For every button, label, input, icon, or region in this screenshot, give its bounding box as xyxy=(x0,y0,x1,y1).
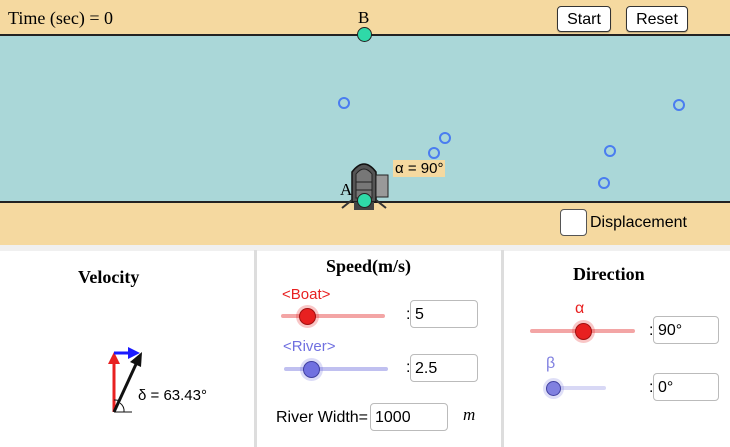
boat-speed-track xyxy=(281,314,385,318)
river-width-unit: m xyxy=(463,405,476,424)
point-a[interactable] xyxy=(357,193,372,208)
panel-divider xyxy=(501,250,504,447)
alpha-slider[interactable] xyxy=(575,323,592,340)
ripple-circle xyxy=(598,177,610,189)
beta-symbol: β xyxy=(546,355,556,372)
alpha-annotation: α = 90° xyxy=(393,160,446,177)
ripple-circle xyxy=(439,132,451,144)
ripple-circle xyxy=(673,99,685,111)
delta-label: δ = 63.43° xyxy=(138,387,207,404)
beta-input[interactable]: 0° xyxy=(653,373,719,401)
displacement-label: Displacement xyxy=(590,214,687,231)
boat-speed-label: <Boat> xyxy=(282,286,331,303)
alpha-input[interactable]: 90° xyxy=(653,316,719,344)
ripple-circle xyxy=(428,147,440,159)
panel-divider xyxy=(254,250,257,447)
velocity-diagram xyxy=(108,347,142,413)
beta-slider[interactable] xyxy=(546,381,561,396)
velocity-title: Velocity xyxy=(78,267,140,287)
direction-title: Direction xyxy=(573,264,645,284)
ripple-circle xyxy=(338,97,350,109)
river-width-label: River Width= xyxy=(276,409,369,426)
river-width-input[interactable]: 1000 xyxy=(370,403,448,431)
river-speed-input[interactable]: 2.5 xyxy=(410,354,478,382)
displacement-checkbox[interactable] xyxy=(560,209,587,236)
alpha-symbol: α xyxy=(575,300,585,317)
boat-speed-input[interactable]: 5 xyxy=(410,300,478,328)
point-a-label: A xyxy=(340,180,353,199)
speed-title: Speed(m/s) xyxy=(326,256,411,276)
bottom-top-border xyxy=(0,245,730,251)
boat-speed-slider[interactable] xyxy=(299,308,316,325)
river-speed-label: <River> xyxy=(283,338,336,355)
ripple-circle xyxy=(604,145,616,157)
river-speed-slider[interactable] xyxy=(303,361,320,378)
river-speed-track xyxy=(284,367,388,371)
